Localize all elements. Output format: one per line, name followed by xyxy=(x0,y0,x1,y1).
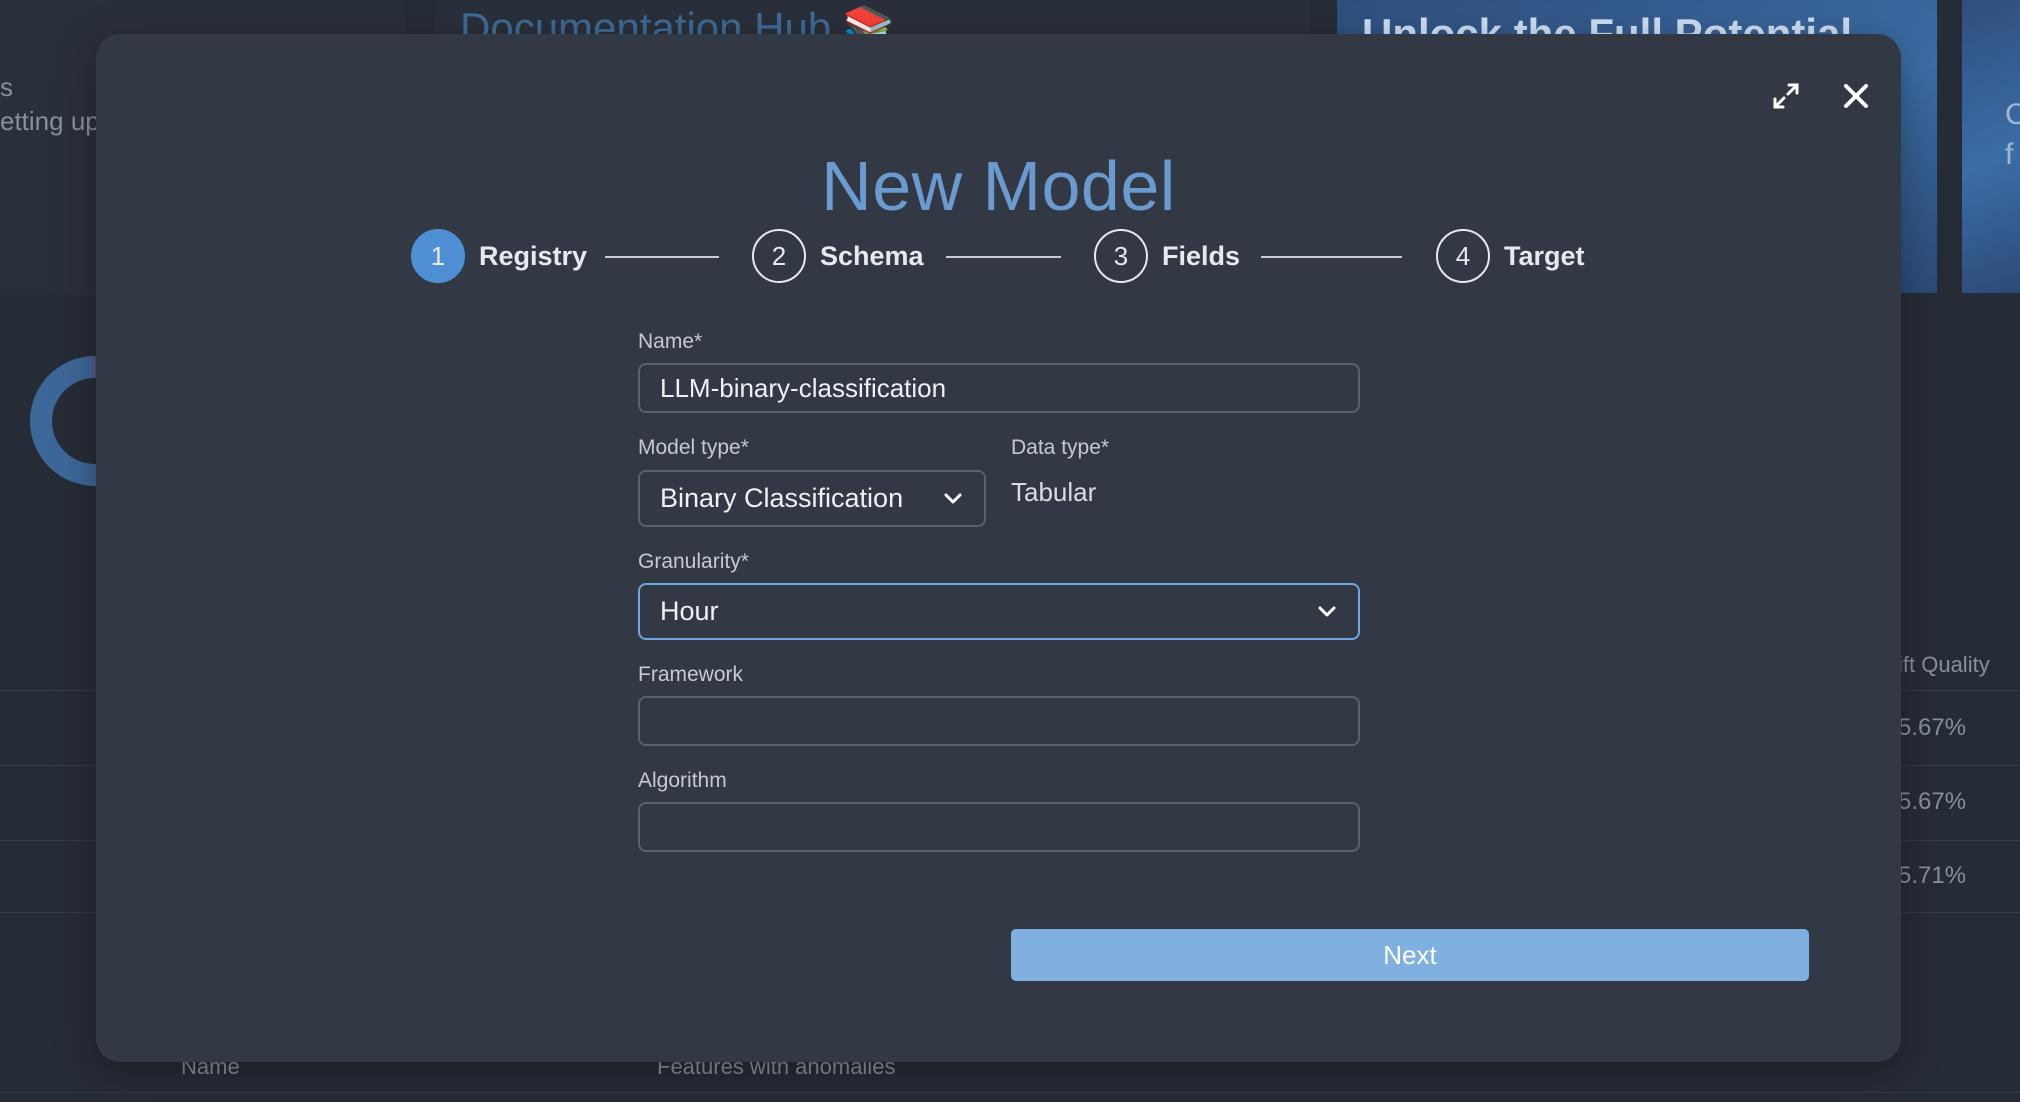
chevron-down-icon xyxy=(942,488,964,510)
bg-right-snippet-1: C xyxy=(2005,98,2020,131)
granularity-label: Granularity* xyxy=(638,550,749,573)
step-connector xyxy=(1261,256,1402,258)
bg-right-snippet-2: f xyxy=(2005,138,2014,171)
new-model-dialog: New Model 1 Registry 2 Schema 3 Fields 4… xyxy=(96,34,1901,1062)
granularity-select[interactable]: Hour xyxy=(638,583,1360,640)
close-icon[interactable] xyxy=(1836,76,1876,116)
step-number: 1 xyxy=(411,229,465,283)
model-type-value: Binary Classification xyxy=(660,483,904,513)
algorithm-label: Algorithm xyxy=(638,769,727,792)
chevron-down-icon xyxy=(1316,601,1338,623)
step-label: Registry xyxy=(479,240,588,271)
model-type-label: Model type* xyxy=(638,436,749,459)
granularity-value: Hour xyxy=(660,596,719,626)
step-target[interactable]: 4 Target xyxy=(1436,227,1585,285)
step-connector xyxy=(946,256,1061,258)
step-schema[interactable]: 2 Schema xyxy=(752,227,924,285)
step-number: 3 xyxy=(1094,229,1148,283)
expand-icon[interactable] xyxy=(1766,76,1806,116)
step-label: Schema xyxy=(820,240,924,271)
bg-table-value: 5.67% xyxy=(1898,714,1967,741)
name-input[interactable] xyxy=(638,363,1360,413)
step-label: Target xyxy=(1504,240,1585,271)
bg-divider xyxy=(0,1092,2020,1093)
name-label: Name* xyxy=(638,330,703,353)
step-registry[interactable]: 1 Registry xyxy=(411,227,587,285)
bg-table-value: 5.71% xyxy=(1898,862,1967,889)
step-fields[interactable]: 3 Fields xyxy=(1094,227,1240,285)
bg-left-snippet-1: s xyxy=(0,72,13,102)
bg-table-header: ift Quality xyxy=(1898,652,1990,677)
step-label: Fields xyxy=(1162,240,1241,271)
next-button[interactable]: Next xyxy=(1011,929,1809,981)
wizard-stepper: 1 Registry 2 Schema 3 Fields 4 Target xyxy=(411,227,1586,305)
framework-input[interactable] xyxy=(638,696,1360,746)
bg-left-snippet-2: etting up xyxy=(0,106,100,136)
data-type-value: Tabular xyxy=(1011,477,1097,507)
model-type-select[interactable]: Binary Classification xyxy=(638,470,986,527)
data-type-label: Data type* xyxy=(1011,436,1110,459)
dialog-title: New Model xyxy=(821,147,1176,225)
algorithm-input[interactable] xyxy=(638,802,1360,852)
bg-table-value: 5.67% xyxy=(1898,788,1967,815)
step-number: 2 xyxy=(752,229,806,283)
step-number: 4 xyxy=(1436,229,1490,283)
step-connector xyxy=(605,256,719,258)
framework-label: Framework xyxy=(638,663,744,686)
